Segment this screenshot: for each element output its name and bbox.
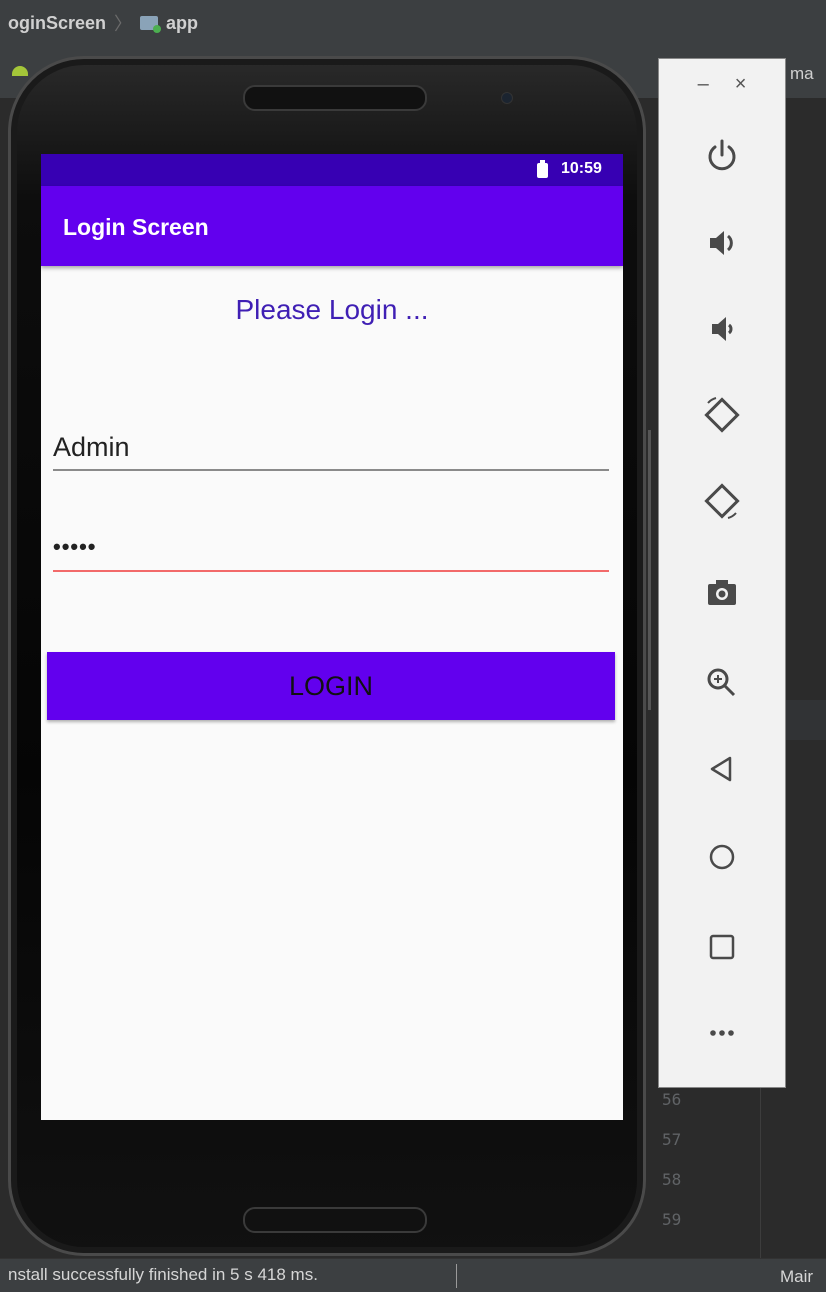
rotate-right-button[interactable]	[682, 471, 762, 531]
status-separator	[456, 1264, 457, 1288]
minimize-button[interactable]: –	[698, 73, 709, 107]
status-clock: 10:59	[561, 160, 602, 177]
breadcrumb-module[interactable]: app	[166, 13, 198, 34]
rotate-left-button[interactable]	[682, 385, 762, 445]
android-icon	[12, 66, 28, 76]
login-button[interactable]: LOGIN	[47, 652, 615, 720]
screenshot-button[interactable]	[682, 563, 762, 623]
password-value: •••••	[53, 534, 97, 559]
line-number: 58	[662, 1170, 682, 1189]
app-bar: Login Screen	[41, 186, 623, 266]
login-heading: Please Login ...	[235, 294, 429, 325]
username-value: Admin	[53, 432, 130, 462]
more-icon	[710, 1030, 734, 1036]
zoom-button[interactable]	[682, 653, 762, 713]
home-button[interactable]	[682, 827, 762, 887]
zoom-icon	[707, 668, 736, 697]
overview-button[interactable]	[682, 917, 762, 977]
emulator-toolbar: – ×	[658, 58, 786, 1088]
breadcrumb-project[interactable]: oginScreen	[8, 13, 106, 34]
emulator-window-controls: – ×	[659, 73, 785, 107]
editor-tab-label[interactable]: ma	[790, 64, 814, 84]
breadcrumb-separator: 〉	[114, 14, 133, 34]
app-title: Login Screen	[63, 214, 209, 240]
battery-charging-icon	[537, 160, 548, 178]
editor-divider	[648, 430, 651, 710]
breadcrumb: oginScreen 〉 app	[8, 10, 198, 36]
volume-down-icon	[712, 317, 733, 341]
line-number: 57	[662, 1130, 682, 1149]
device-screen: 10:59 Login Screen Please Login ... Admi…	[41, 154, 623, 1120]
back-button[interactable]	[682, 739, 762, 799]
camera-icon	[708, 580, 736, 605]
top-speaker	[243, 85, 427, 111]
more-button[interactable]	[682, 1003, 762, 1063]
line-number: 59	[662, 1210, 682, 1229]
password-field[interactable]: •••••	[53, 524, 609, 572]
power-button[interactable]	[682, 125, 762, 185]
back-icon	[710, 756, 732, 782]
rotate-right-icon	[704, 483, 740, 519]
home-icon	[709, 844, 735, 870]
line-number-gutter: 56 57 58 59	[650, 1080, 760, 1240]
bottom-speaker	[243, 1207, 427, 1233]
module-folder-icon	[140, 16, 162, 33]
close-button[interactable]: ×	[735, 73, 747, 107]
volume-down-button[interactable]	[682, 299, 762, 359]
gutter-divider	[760, 1080, 761, 1260]
android-status-bar: 10:59	[41, 154, 623, 186]
username-field[interactable]: Admin	[53, 419, 609, 471]
volume-up-button[interactable]	[682, 213, 762, 273]
status-right-text[interactable]: Mair	[780, 1267, 813, 1287]
volume-up-icon	[710, 231, 733, 255]
power-icon	[708, 139, 736, 171]
front-camera	[501, 92, 513, 104]
status-message[interactable]: nstall successfully finished in 5 s 418 …	[8, 1265, 318, 1285]
rotate-left-icon	[704, 397, 740, 433]
overview-icon	[709, 934, 735, 960]
